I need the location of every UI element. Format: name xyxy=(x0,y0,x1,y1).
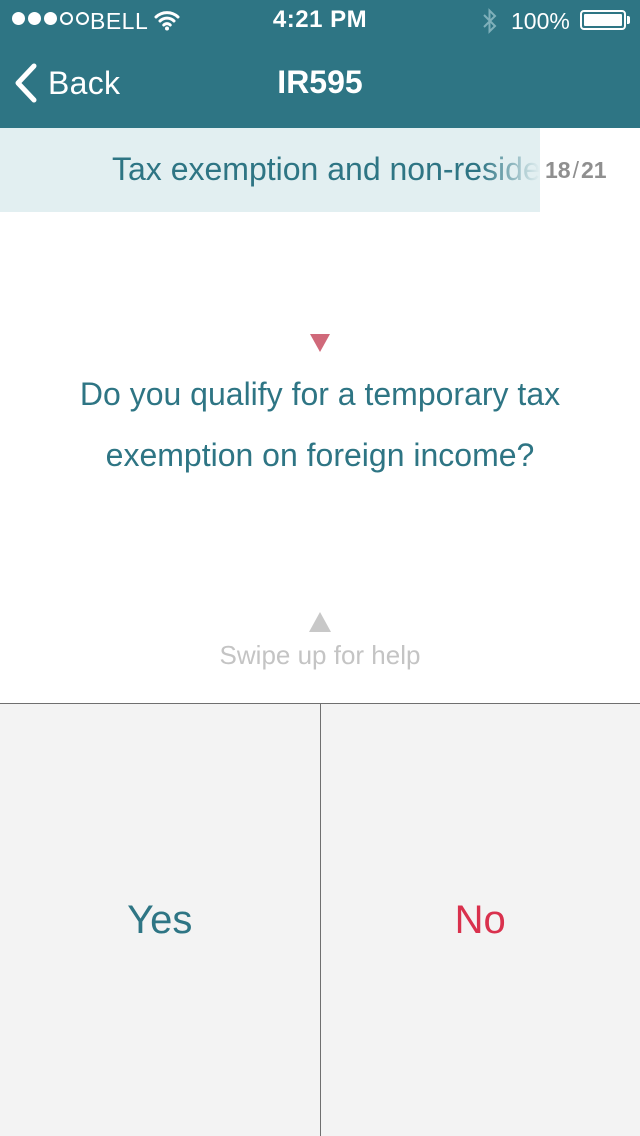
step-separator: / xyxy=(572,157,579,183)
screen: BELL 4:21 PM 100% Back IR595 Tax exempti… xyxy=(0,0,640,1136)
triangle-down-icon xyxy=(310,334,330,357)
step-counter: 18/21 xyxy=(545,157,607,184)
swipe-help-hint[interactable]: Swipe up for help xyxy=(0,612,640,671)
section-title: Tax exemption and non-resident xyxy=(112,151,540,187)
top-bar: BELL 4:21 PM 100% Back IR595 xyxy=(0,0,640,128)
triangle-up-icon xyxy=(309,612,331,632)
yes-button[interactable]: Yes xyxy=(0,704,321,1136)
status-bar: BELL 4:21 PM 100% xyxy=(0,0,640,40)
help-label: Swipe up for help xyxy=(219,640,421,670)
answer-buttons: Yes No xyxy=(0,703,640,1136)
battery-fill xyxy=(584,14,622,26)
step-current: 18 xyxy=(545,157,571,183)
section-header: Tax exemption and non-resident 18/21 xyxy=(0,128,640,212)
step-total: 21 xyxy=(580,157,607,183)
battery-nub xyxy=(627,16,630,24)
no-button[interactable]: No xyxy=(321,704,640,1136)
page-title: IR595 xyxy=(277,64,363,100)
bluetooth-icon xyxy=(482,8,498,40)
section-title-fade xyxy=(480,128,540,212)
battery-icon xyxy=(580,10,626,30)
battery-percent: 100% xyxy=(511,8,570,34)
section-title-band: Tax exemption and non-resident xyxy=(0,128,540,212)
question-text: Do you qualify for a temporary tax exemp… xyxy=(79,376,561,473)
